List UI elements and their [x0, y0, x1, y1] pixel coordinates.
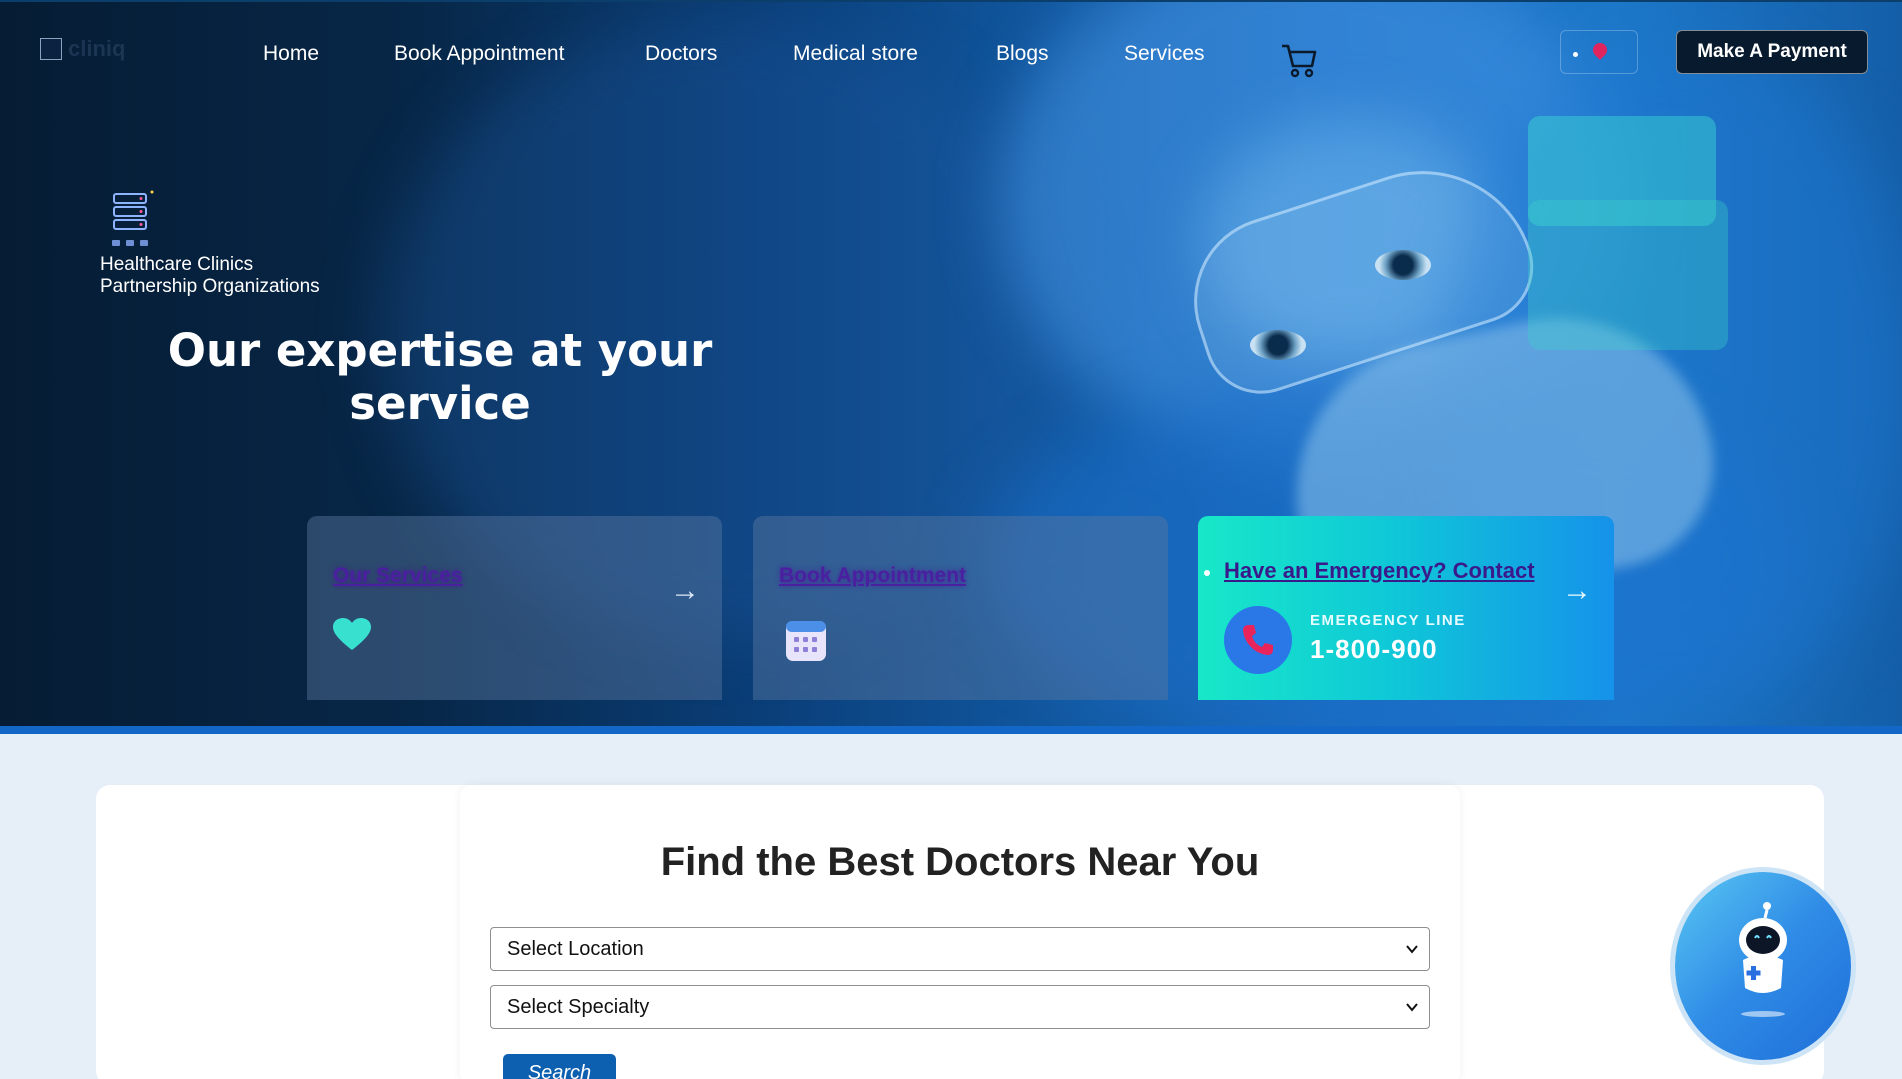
nav-link-doctors[interactable]: Doctors — [645, 42, 717, 66]
bullet-dot — [1204, 570, 1210, 576]
section-divider — [0, 726, 1902, 734]
arrow-right-icon: → — [670, 574, 700, 607]
specialty-select[interactable]: Select Specialty — [490, 985, 1430, 1029]
nav-link-book-appointment[interactable]: Book Appointment — [394, 42, 564, 66]
cart-icon[interactable] — [1280, 42, 1318, 78]
make-payment-button[interactable]: Make A Payment — [1676, 30, 1868, 74]
bullet-dot — [1573, 52, 1578, 57]
server-icon — [112, 190, 154, 246]
site-logo[interactable]: cliniq — [40, 36, 125, 62]
location-select[interactable]: Select Location — [490, 927, 1430, 971]
logo-image — [40, 38, 62, 60]
our-services-link[interactable]: Our Services — [333, 564, 463, 588]
specialty-select-value: Select Specialty — [507, 995, 650, 1018]
hero-image-eye — [1250, 330, 1306, 360]
nav-link-home[interactable]: Home — [263, 42, 319, 66]
arrow-right-icon: → — [1562, 574, 1592, 607]
location-select-value: Select Location — [507, 937, 644, 960]
hero-title: Our expertise at your service — [167, 324, 713, 430]
heart-icon — [333, 618, 371, 650]
emergency-contact-link[interactable]: Have an Emergency? Contact — [1224, 558, 1535, 584]
hero-section: cliniq Home Book Appointment Doctors Med… — [0, 0, 1902, 726]
search-title: Find the Best Doctors Near You — [660, 840, 1260, 884]
emergency-line-label: EMERGENCY LINE — [1310, 612, 1466, 629]
nav-link-blogs[interactable]: Blogs — [996, 42, 1049, 66]
emergency-card[interactable]: Have an Emergency? Contact EMERGENCY LIN… — [1198, 516, 1614, 700]
logo-text: cliniq — [68, 36, 126, 61]
services-card[interactable]: Our Services → — [307, 516, 722, 700]
book-appointment-link[interactable]: Book Appointment — [779, 564, 966, 588]
chatbot-icon — [1739, 902, 1787, 1017]
partner-line: Healthcare Clinics — [100, 254, 254, 275]
phone-icon[interactable] — [1224, 606, 1292, 674]
hero-image-eye — [1375, 250, 1431, 280]
chatbot-button[interactable] — [1675, 872, 1851, 1060]
partner-line: Partnership Organizations — [100, 276, 320, 297]
appointment-card[interactable]: Book Appointment — [753, 516, 1168, 700]
search-button[interactable]: Search — [503, 1054, 616, 1079]
location-button[interactable] — [1560, 30, 1638, 74]
chevron-down-icon — [1406, 1003, 1418, 1012]
hero-floating-card — [1528, 200, 1728, 350]
emergency-number[interactable]: 1-800-900 — [1310, 634, 1438, 665]
top-navbar: cliniq Home Book Appointment Doctors Med… — [0, 0, 1902, 100]
nav-link-services[interactable]: Services — [1124, 42, 1205, 66]
nav-link-medical-store[interactable]: Medical store — [793, 42, 918, 66]
chevron-down-icon — [1406, 945, 1418, 954]
location-pin-icon — [1590, 40, 1610, 60]
calendar-icon — [786, 621, 826, 661]
partner-block: Healthcare Clinics Partnership Organizat… — [100, 188, 320, 298]
